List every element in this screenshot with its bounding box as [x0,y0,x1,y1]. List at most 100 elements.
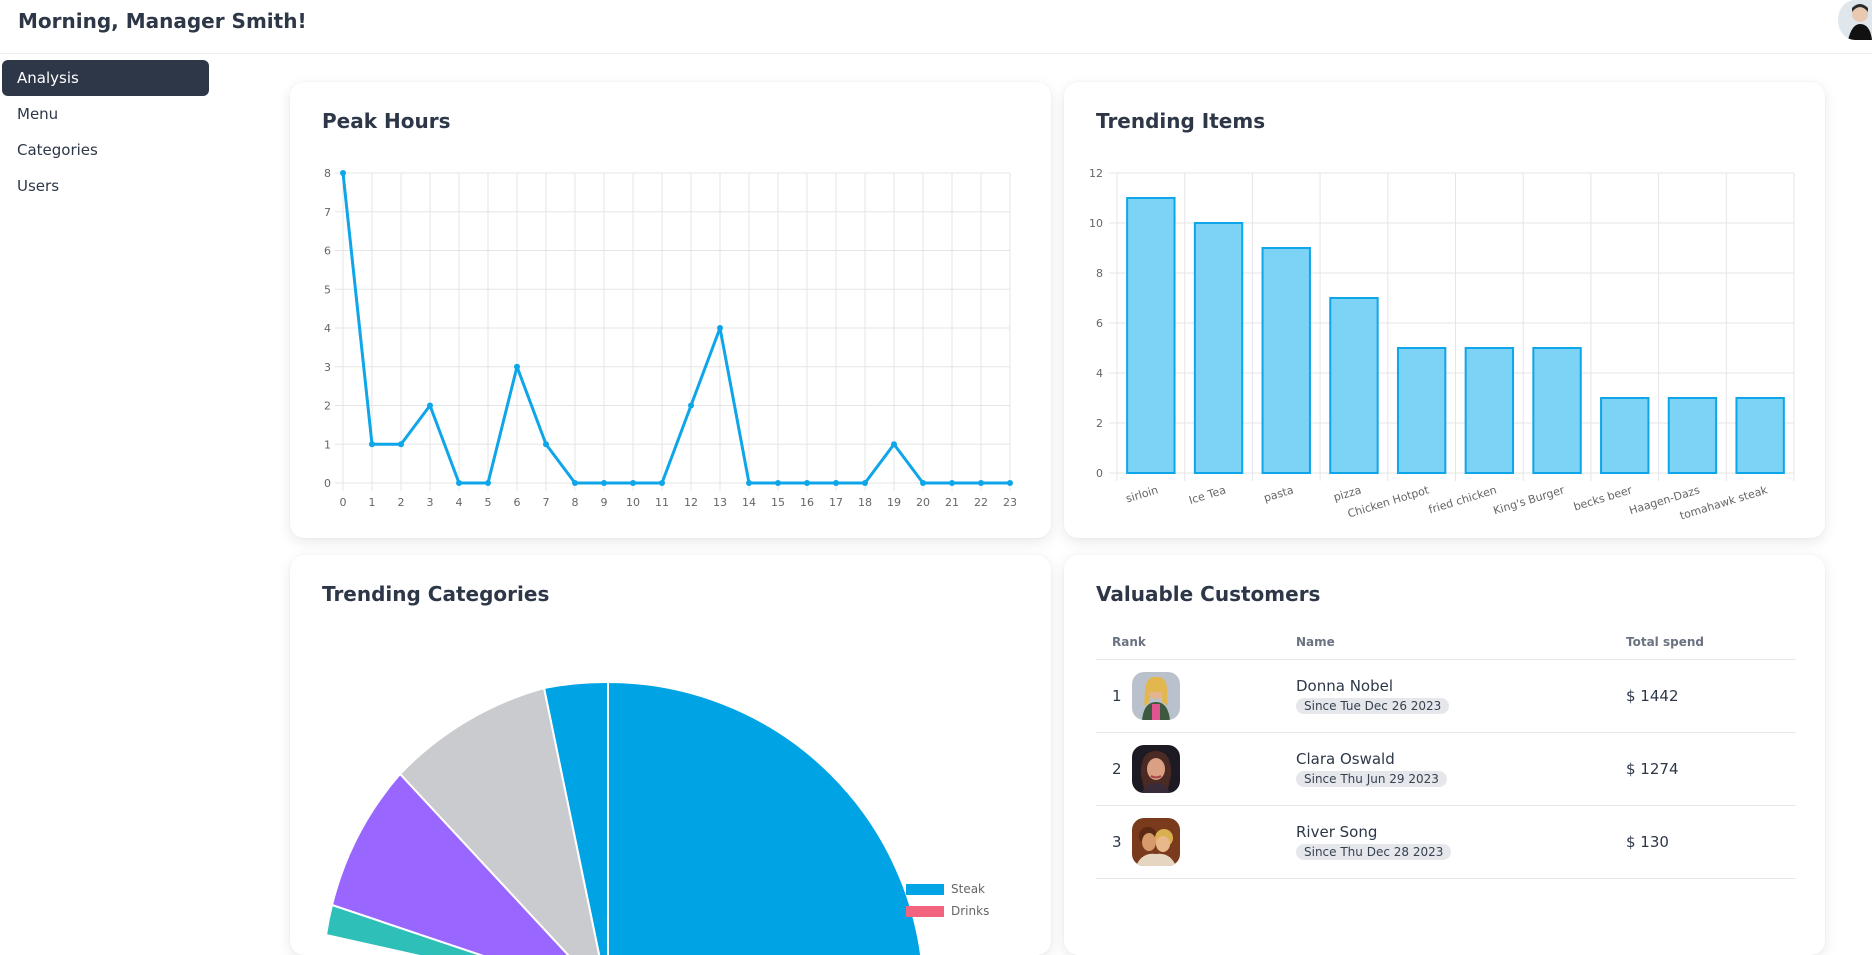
x-tick-label: fried chicken [1427,483,1498,516]
sidebar-item-users[interactable]: Users [2,168,209,204]
y-tick-label: 3 [324,361,331,374]
bar [1329,297,1379,474]
bar [1532,347,1582,474]
x-tick-label: 6 [514,496,521,509]
table-row[interactable]: 2 Clara Oswald Since Thu Jun 29 2023 $ 1… [1096,732,1796,806]
data-point [862,480,868,486]
data-point [398,441,404,448]
data-point [804,480,810,486]
peak-hours-card: Peak Hours 0 1 2 3 4 5 6 7 8 0 1 2 3 4 5 6 7 8 9 10 11 12 13 14… [290,82,1051,538]
peak-hours-chart: 0123456780 1 2 3 4 5 6 7 8 9 10 11 12 13 14 15 16 17 18 19 2… [324,167,1017,509]
legend-swatch-drinks [906,906,944,917]
y-tick-label: 6 [324,245,331,258]
customer-total-spend: $ 1442 [1610,659,1796,733]
y-tick-label: 0 [324,477,331,490]
x-tick-label: 11 [655,496,669,509]
y-tick-label: 2 [1096,417,1103,430]
customer-name: River Song [1296,823,1378,841]
bar [1464,347,1515,474]
x-tick-label: 14 [742,496,756,509]
x-tick-label: 10 [626,496,640,509]
y-tick-label: 7 [324,206,331,219]
x-tick-label: 0 [340,496,347,509]
data-point [949,480,955,486]
bar [1667,397,1718,474]
x-tick-label: 9 [601,496,608,509]
customer-rank: 2 [1112,759,1122,778]
bar [1261,247,1311,474]
data-point [775,480,781,486]
trending-items-card: Trending Items 0 2 4 6 8 10 12 sirloin Ice Tea pa… [1064,82,1825,538]
x-tick-label: 4 [456,496,463,509]
x-tick-label: 3 [427,496,434,509]
customer-rank: 1 [1112,686,1122,705]
x-tick-label: 1 [369,496,376,509]
sidebar-item-menu[interactable]: Menu [2,96,209,132]
x-tick-label: 21 [945,496,959,509]
table-header-row: Rank Name Total spend [1096,625,1796,660]
legend-swatch-steak [906,884,944,895]
x-tick-label: 18 [858,496,872,509]
bar [1600,397,1650,474]
x-tick-label: Ice Tea [1187,483,1227,507]
legend-label-steak: Steak [951,882,985,896]
y-tick-label: 12 [1089,167,1103,180]
bar [1126,197,1176,474]
data-point [1007,480,1013,486]
top-bar: Morning, Manager Smith! [0,0,1872,54]
customer-total-spend: $ 130 [1610,805,1796,879]
x-tick-label: 12 [684,496,698,509]
data-point [485,480,491,486]
column-header-name: Name [1280,625,1610,660]
data-point [572,480,578,486]
trending-items-chart: 024681012sirloin Ice Tea pasta pizzaChicken… [1089,167,1795,522]
trending-categories-card: Trending Categories Steak Drinks [290,555,1051,955]
x-tick-label: 16 [800,496,814,509]
customer-avatar [1131,817,1180,866]
customer-avatar [1131,671,1180,720]
x-tick-label: becks beer [1572,483,1634,513]
y-tick-label: 8 [324,167,331,180]
y-tick-label: 6 [1096,317,1103,330]
y-tick-label: 0 [1096,467,1103,480]
x-tick-label: 7 [543,496,550,509]
x-tick-label: 23 [1003,496,1017,509]
pie-slice-steak [607,680,923,955]
data-point [514,363,520,370]
x-tick-label: 8 [572,496,579,509]
user-avatar[interactable] [1838,0,1872,40]
bar [1735,397,1785,474]
x-tick-label: sirloin [1124,483,1160,505]
customer-since-badge: Since Thu Jun 29 2023 [1296,771,1447,787]
y-tick-label: 1 [324,438,331,451]
trending-categories-chart: Steak Drinks [324,680,989,955]
data-point [601,480,607,486]
customer-rank: 3 [1112,832,1122,851]
x-tick-label: 5 [485,496,492,509]
customers-table: Rank Name Total spend 1 Donna Nobel Sinc… [1096,625,1796,879]
table-row[interactable]: 3 River Song Since Thu Dec 28 2023 $ 130 [1096,805,1796,879]
customer-name: Donna Nobel [1296,677,1394,695]
x-tick-label: 22 [974,496,988,509]
data-point [717,325,723,331]
data-point [746,480,752,486]
data-point [833,480,839,486]
valuable-customers-card: Valuable Customers Rank Name Total spend… [1064,555,1825,955]
x-tick-label: pasta [1262,483,1295,504]
sidebar-item-analysis[interactable]: Analysis [2,60,209,96]
customer-avatar [1131,744,1180,793]
table-row[interactable]: 1 Donna Nobel Since Tue Dec 26 2023 $ 14… [1096,659,1796,733]
x-tick-label: 13 [713,496,727,509]
data-point [630,480,636,486]
customer-since-badge: Since Tue Dec 26 2023 [1296,698,1450,714]
sidebar-item-categories[interactable]: Categories [2,132,209,168]
valuable-customers-title: Valuable Customers [1096,582,1321,606]
customer-total-spend: $ 1274 [1610,732,1796,806]
x-tick-label: 2 [398,496,405,509]
y-tick-label: 2 [324,400,331,413]
sidebar: Analysis Menu Categories Users [0,60,212,204]
data-point [543,441,549,448]
customer-name: Clara Oswald [1296,750,1395,768]
data-point [978,480,984,486]
x-tick-label: 17 [829,496,843,509]
